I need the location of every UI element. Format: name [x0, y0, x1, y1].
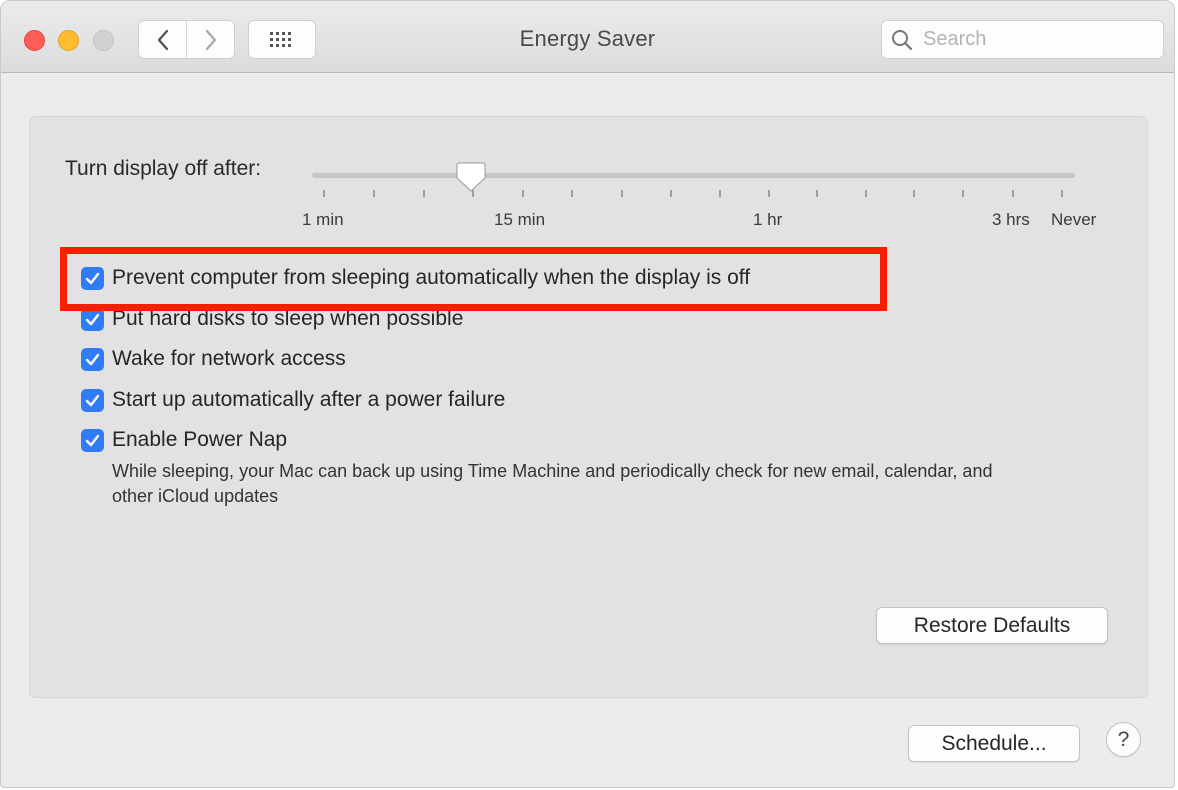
network-wake-option[interactable]: Wake for network access [81, 347, 346, 371]
tick-label-15-min: 15 min [494, 210, 546, 229]
power-failure-startup-option[interactable]: Start up automatically after a power fai… [81, 388, 505, 412]
power-nap-option[interactable]: Enable Power Nap [81, 428, 287, 452]
prevent-sleep-checkbox[interactable] [81, 266, 104, 290]
slider-tick [962, 190, 964, 197]
slider-tick [571, 190, 573, 197]
checkmark-icon [85, 434, 100, 446]
power-nap-description: While sleeping, your Mac can back up usi… [112, 461, 993, 506]
prevent-sleep-label: Prevent computer from sleeping automatic… [112, 266, 751, 289]
energy-saver-window: Energy Saver Turn display off after: [0, 0, 1175, 788]
schedule-button[interactable]: Schedule... [908, 725, 1080, 762]
slider-tick [913, 190, 915, 197]
tick-label-1-hr: 1 hr [753, 210, 783, 229]
slider-tick [323, 190, 325, 197]
display-off-slider-track[interactable] [312, 173, 1075, 178]
title-bar: Energy Saver [1, 1, 1174, 73]
slider-tick [373, 190, 375, 197]
network-wake-label: Wake for network access [112, 347, 346, 370]
help-button[interactable]: ? [1106, 722, 1141, 757]
disk-sleep-label: Put hard disks to sleep when possible [112, 307, 464, 330]
power-failure-startup-label: Start up automatically after a power fai… [112, 388, 506, 411]
display-off-label: Turn display off after: [65, 157, 262, 180]
slider-tick [1012, 190, 1014, 197]
network-wake-checkbox[interactable] [81, 347, 104, 371]
disk-sleep-option[interactable]: Put hard disks to sleep when possible [81, 307, 463, 331]
slider-tick [472, 190, 474, 197]
tick-label-3-hrs: 3 hrs [992, 210, 1030, 229]
slider-tick [522, 190, 524, 197]
slider-tick [865, 190, 867, 197]
prevent-sleep-option[interactable]: Prevent computer from sleeping automatic… [81, 266, 750, 290]
slider-tick [423, 190, 425, 197]
checkmark-icon [85, 353, 100, 365]
slider-tick [816, 190, 818, 197]
slider-tick [670, 190, 672, 197]
checkmark-icon [85, 272, 100, 284]
slider-tick [621, 190, 623, 197]
slider-tick [768, 190, 770, 197]
checkmark-icon [85, 313, 100, 325]
restore-defaults-button[interactable]: Restore Defaults [876, 607, 1108, 644]
display-off-slider-knob[interactable] [456, 161, 486, 193]
tick-label-1-min: 1 min [302, 210, 344, 229]
disk-sleep-checkbox[interactable] [81, 307, 104, 331]
power-nap-label: Enable Power Nap [112, 428, 288, 451]
search-field[interactable] [881, 20, 1164, 59]
checkmark-icon [85, 394, 100, 406]
power-failure-startup-checkbox[interactable] [81, 388, 104, 412]
tick-label-never: Never [1051, 210, 1097, 229]
slider-tick [719, 190, 721, 197]
search-input[interactable] [921, 27, 1145, 52]
slider-tick [1061, 190, 1063, 197]
power-nap-checkbox[interactable] [81, 428, 104, 452]
search-icon [892, 29, 913, 50]
